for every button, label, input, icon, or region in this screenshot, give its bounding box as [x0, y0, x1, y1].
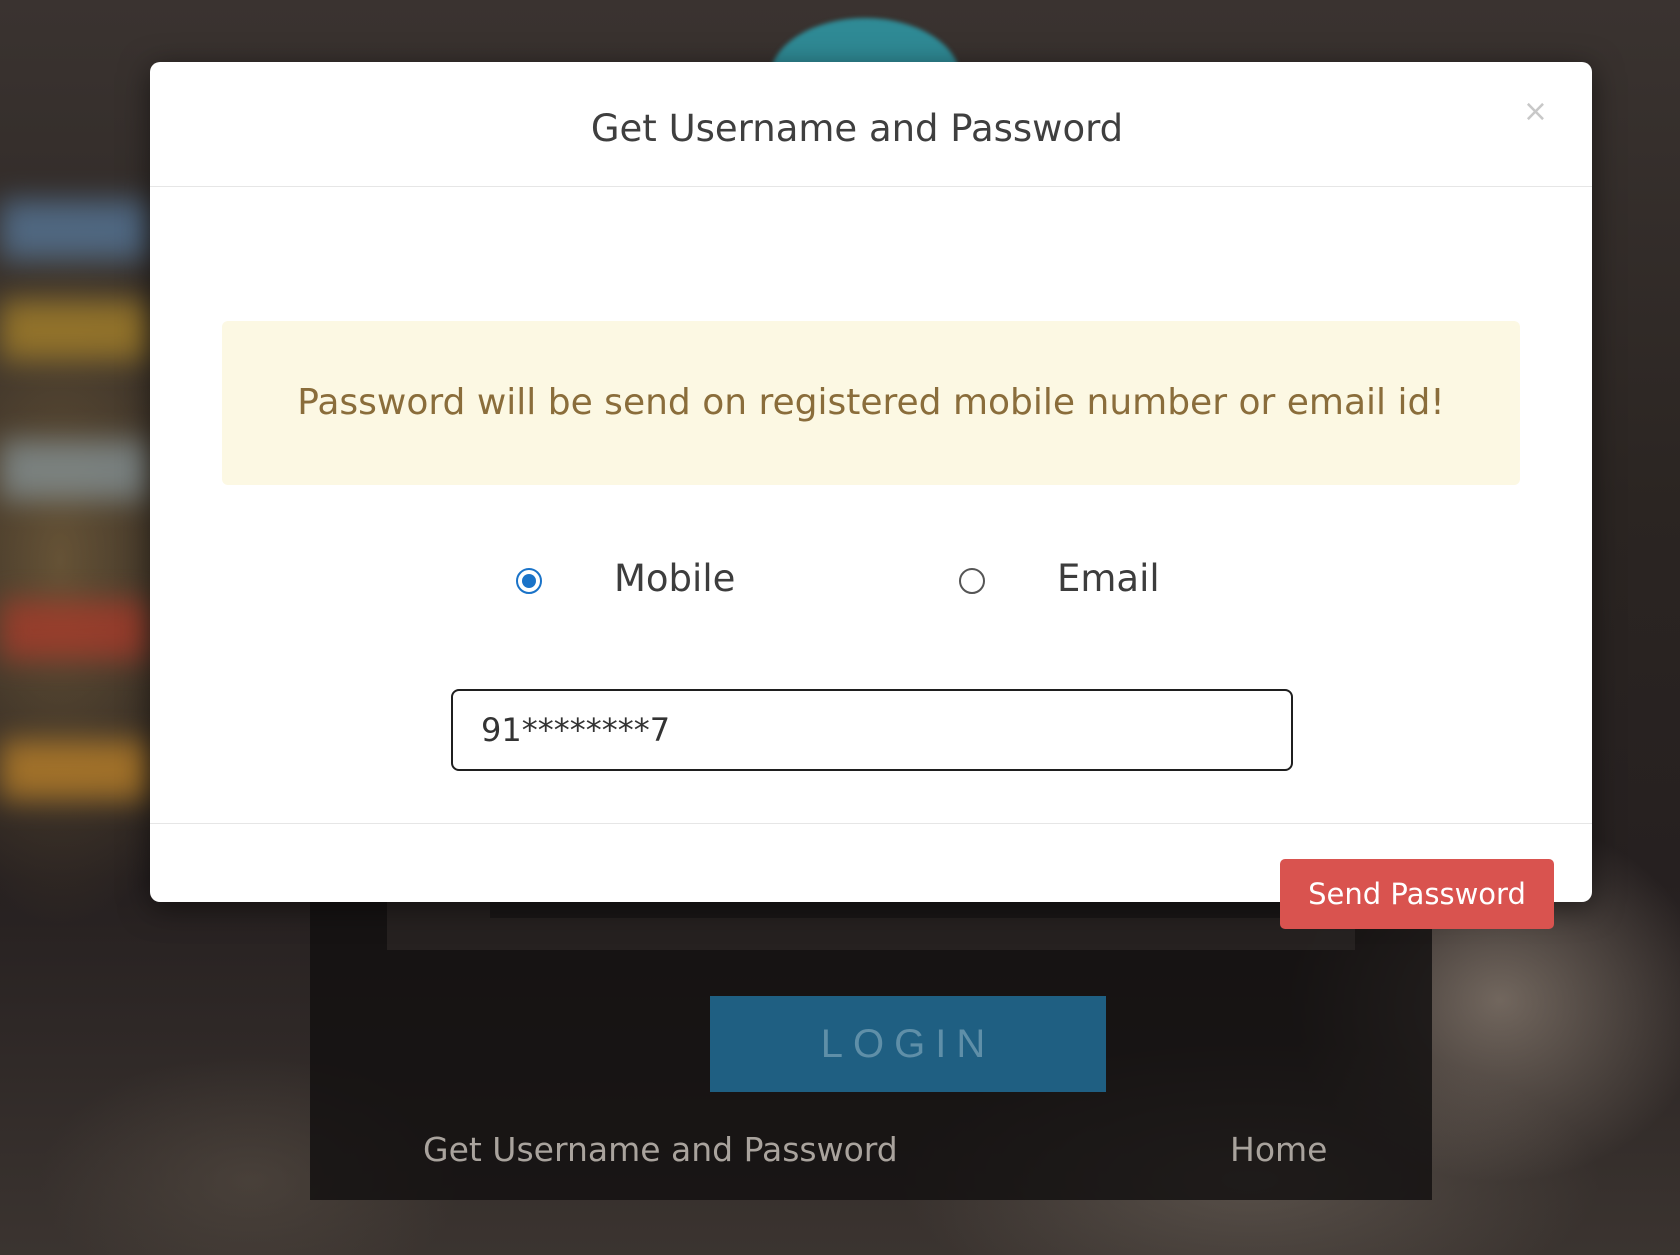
modal-header: Get Username and Password ×: [150, 62, 1592, 187]
bg-blur-shape: [0, 200, 150, 260]
bg-blur-shape: [0, 300, 150, 360]
get-username-password-link[interactable]: Get Username and Password: [423, 1130, 898, 1169]
mobile-radio-label[interactable]: Mobile: [614, 557, 735, 600]
info-alert: Password will be send on registered mobi…: [222, 321, 1520, 485]
modal-title: Get Username and Password: [590, 106, 1124, 150]
home-link[interactable]: Home: [1230, 1130, 1327, 1169]
modal-footer: Send Password: [150, 824, 1592, 929]
bg-blur-shape: [0, 440, 150, 500]
close-icon[interactable]: ×: [1517, 96, 1554, 128]
bg-blur-shape: [0, 600, 150, 660]
modal-body: Password will be send on registered mobi…: [150, 187, 1592, 824]
send-password-button[interactable]: Send Password: [1280, 859, 1554, 929]
login-button[interactable]: LOGIN: [710, 996, 1106, 1092]
mobile-radio[interactable]: [516, 568, 542, 594]
email-radio[interactable]: [959, 568, 985, 594]
get-credentials-modal: Get Username and Password × Password wil…: [150, 62, 1592, 929]
bg-blur-shape: [0, 740, 150, 800]
email-radio-label[interactable]: Email: [1057, 557, 1160, 600]
contact-method-options: Mobile Email: [150, 551, 1592, 611]
mobile-number-input[interactable]: [451, 689, 1293, 771]
